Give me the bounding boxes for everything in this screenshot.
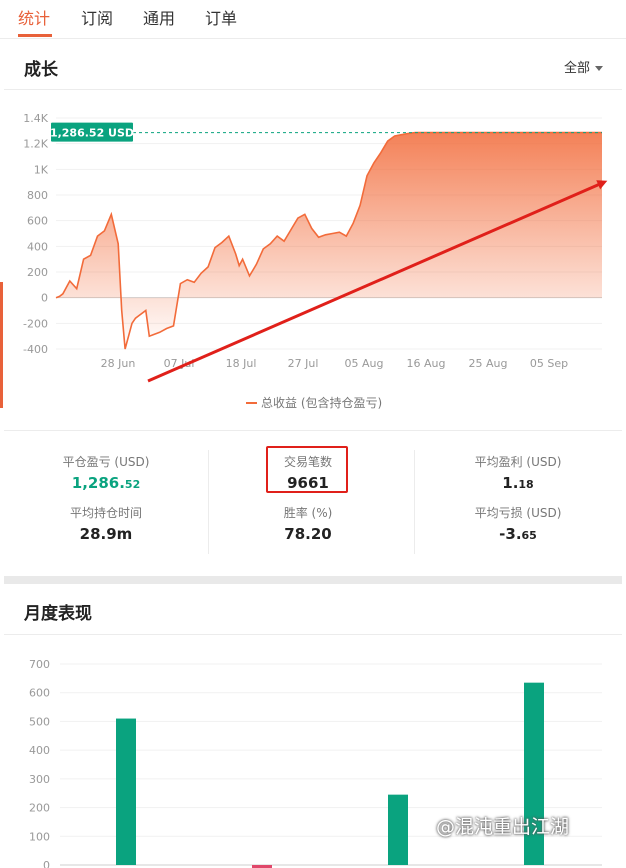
- monthly-chart: 700 600 500 400 300 200 100 0: [29, 658, 602, 868]
- y-tick-label: 600: [29, 687, 50, 700]
- y-tick-label: 400: [29, 744, 50, 757]
- y-tick-label: 700: [29, 658, 50, 671]
- y-tick-label: 200: [29, 802, 50, 815]
- y-tick-label: 100: [29, 830, 50, 843]
- monthly-bar: [388, 794, 408, 865]
- y-tick-label: 0: [43, 859, 50, 868]
- monthly-bar: [116, 718, 136, 865]
- y-tick-label: 500: [29, 715, 50, 728]
- y-tick-label: 300: [29, 773, 50, 786]
- watermark: @混沌重出江湖: [436, 816, 570, 838]
